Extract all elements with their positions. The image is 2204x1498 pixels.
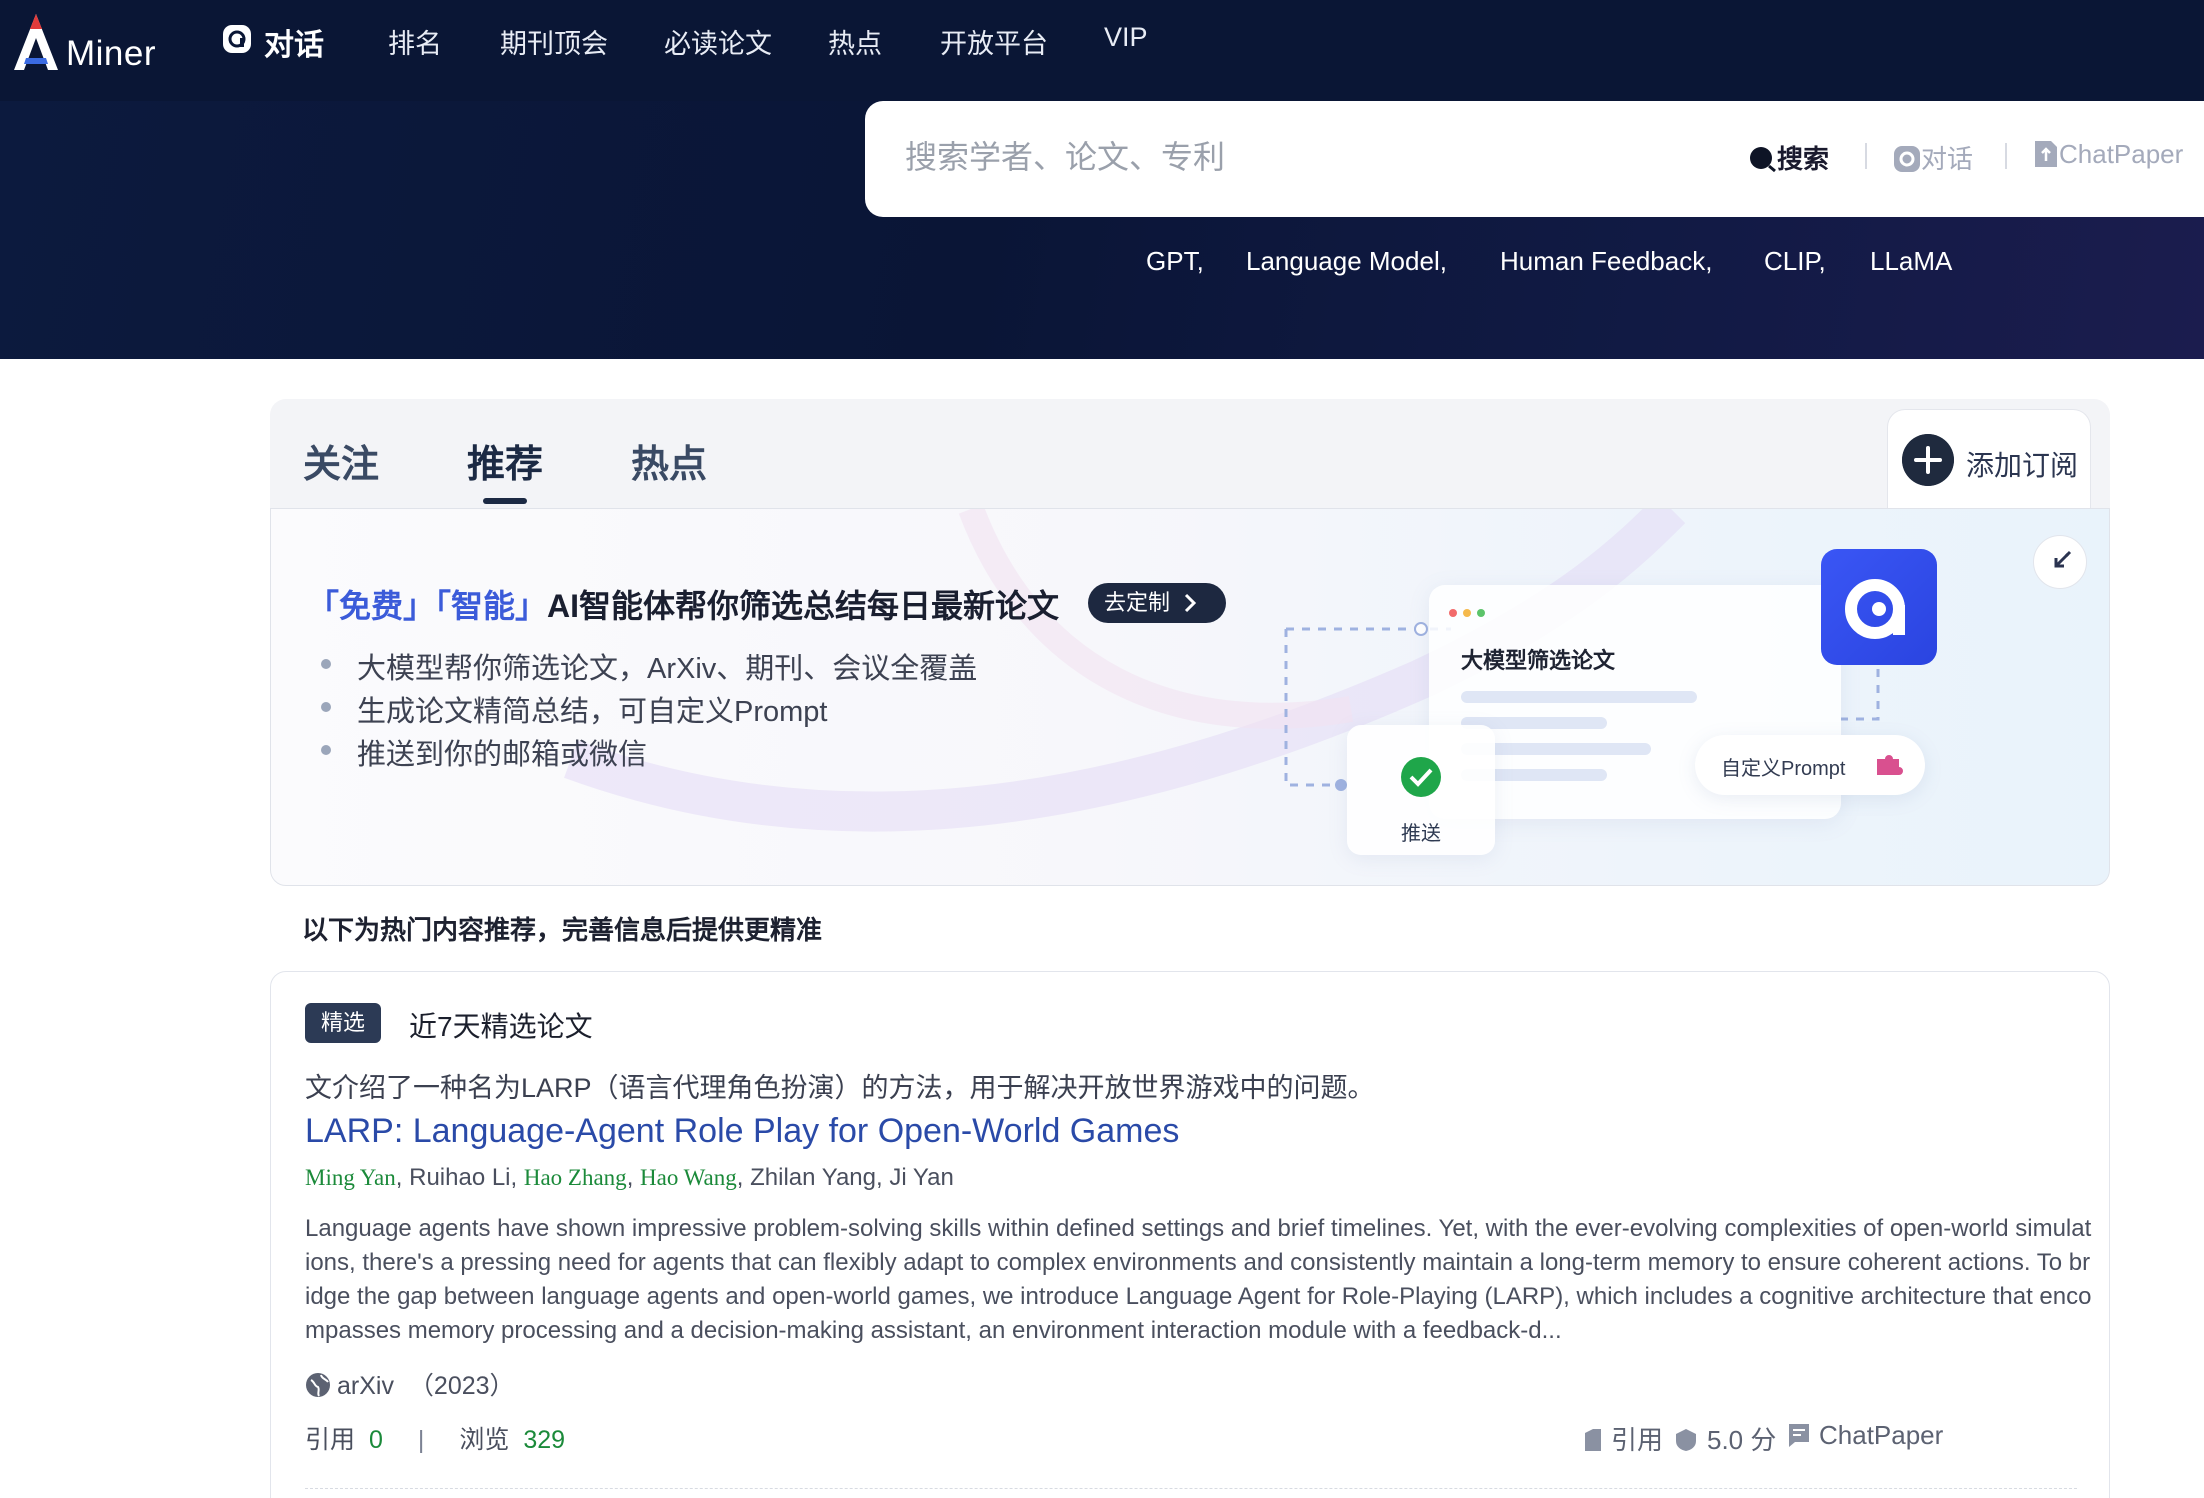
mode-divider	[2005, 143, 2007, 169]
globe-icon	[306, 1373, 330, 1397]
author-link[interactable]: Ming Yan	[305, 1165, 396, 1190]
promo-feature-item: 生成论文精简总结，可自定义Prompt	[321, 688, 827, 730]
search-mode-chat[interactable]: 对话	[1893, 139, 1973, 176]
illustration-prompt-label: 自定义Prompt	[1721, 758, 1846, 780]
add-subscription-button[interactable]: 添加订阅	[1887, 409, 2091, 509]
author-list: Ming Yan, Ruihao Li, Hao Zhang, Hao Wang…	[305, 1164, 954, 1191]
add-subscription-label: 添加订阅	[1966, 450, 2079, 481]
promo-feature-item: 大模型帮你筛选论文，ArXiv、期刊、会议全覆盖	[321, 645, 977, 687]
nav-item-ranking[interactable]: 排名	[388, 22, 442, 61]
illustration-push-card: 推送	[1347, 725, 1495, 855]
keyword-link[interactable]: Language Model,	[1246, 246, 1447, 277]
logo-text[interactable]: Miner	[66, 34, 156, 74]
window-dot-icon	[1463, 609, 1471, 617]
chat-mode-icon	[1894, 146, 1920, 172]
nav-item-vip[interactable]: VIP	[1104, 22, 1148, 53]
collapse-button[interactable]	[2033, 535, 2087, 589]
message-icon	[1789, 1424, 1809, 1447]
recommendation-hint: 以下为热门内容推荐，完善信息后提供更精准	[302, 915, 823, 945]
chatpaper-button[interactable]: ChatPaper	[1787, 1420, 1943, 1451]
illustration-push-label: 推送	[1401, 823, 1441, 845]
paper-stats: 引用 0 | 浏览 329	[305, 1420, 565, 1456]
mode-divider	[1865, 143, 1867, 169]
window-dot-icon	[1449, 609, 1457, 617]
puzzle-icon	[1877, 755, 1903, 775]
keyword-link[interactable]: Human Feedback,	[1500, 246, 1712, 277]
feed-tabs: 关注 推荐 热点 添加订阅	[270, 399, 2110, 509]
chatpaper-mode-icon	[2035, 141, 2057, 167]
placeholder-bar	[1461, 691, 1697, 703]
venue-name[interactable]: arXiv	[337, 1372, 394, 1400]
paper-card: 精选 近7天精选论文 文介绍了一种名为LARP（语言代理角色扮演）的方法，用于解…	[270, 971, 2110, 1498]
active-tab-indicator	[483, 498, 527, 504]
keyword-link[interactable]: CLIP,	[1764, 246, 1826, 277]
promo-title-accent: 「免费」「智能」	[307, 588, 548, 624]
quote-icon	[1585, 1429, 1601, 1451]
card-divider	[305, 1488, 2077, 1489]
top-navbar: Miner 对话 排名 期刊顶会 必读论文 热点 开放平台 VIP	[0, 0, 2204, 101]
author-link[interactable]: Hao Wang	[640, 1165, 737, 1190]
cite-count: 0	[369, 1426, 383, 1454]
paper-summary: 文介绍了一种名为LARP（语言代理角色扮演）的方法，用于解决开放世界游戏中的问题…	[305, 1073, 1375, 1103]
stats-divider: |	[417, 1426, 425, 1454]
search-input[interactable]	[905, 129, 1585, 185]
nav-item-trending[interactable]: 热点	[828, 22, 882, 61]
nav-item-must-read[interactable]: 必读论文	[664, 22, 772, 61]
author-link[interactable]: Hao Zhang	[524, 1165, 627, 1190]
collapse-arrows-icon	[2054, 550, 2072, 568]
featured-label: 近7天精选论文	[409, 1011, 593, 1042]
search-bar: 搜索 对话 ChatPaper	[865, 101, 2204, 217]
nav-item-chat[interactable]: 对话	[264, 20, 324, 64]
view-count: 329	[523, 1426, 566, 1454]
promo-banner: 「免费」「智能」AI智能体帮你筛选总结每日最新论文 去定制 大模型帮你筛选论文，…	[270, 508, 2110, 886]
author-name: Ruihao Li	[409, 1164, 511, 1191]
tab-follow[interactable]: 关注	[303, 433, 379, 488]
nav-item-open-platform[interactable]: 开放平台	[940, 22, 1048, 61]
chat-logo-icon	[223, 25, 251, 53]
score-label: 5.0 分	[1707, 1425, 1777, 1455]
cite-button-label: 引用	[1611, 1425, 1664, 1455]
promo-title-text: AI智能体帮你筛选总结每日最新论文	[547, 588, 1060, 624]
search-mode-chatpaper[interactable]: ChatPaper	[2033, 139, 2183, 170]
illustration-card-title: 大模型筛选论文	[1461, 648, 1616, 673]
venue-year: （2023）	[408, 1372, 515, 1400]
customize-label: 去定制	[1104, 590, 1171, 615]
aminer-chat-logo-icon	[1821, 549, 1937, 665]
search-mode-search[interactable]: 搜索	[1749, 139, 1829, 176]
cite-label: 引用	[305, 1426, 356, 1454]
illustration-prompt-pill: 自定义Prompt	[1695, 735, 1925, 795]
author-name: Zhilan Yang	[750, 1164, 876, 1191]
author-name: Ji Yan	[889, 1164, 954, 1191]
score-button[interactable]: 5.0 分	[1673, 1420, 1776, 1457]
paper-abstract: Language agents have shown impressive pr…	[305, 1215, 2092, 1344]
cite-button[interactable]: 引用	[1583, 1420, 1663, 1457]
check-circle-icon	[1401, 757, 1441, 797]
search-mode-chatpaper-label: ChatPaper	[2059, 139, 2184, 169]
search-mode-search-label: 搜索	[1777, 144, 1830, 174]
customize-button[interactable]: 去定制	[1088, 583, 1226, 623]
promo-title: 「免费」「智能」AI智能体帮你筛选总结每日最新论文	[307, 581, 1059, 627]
nav-item-journals[interactable]: 期刊顶会	[500, 22, 608, 61]
search-dot-icon	[1750, 147, 1776, 173]
keyword-link[interactable]: GPT,	[1146, 246, 1204, 277]
tab-trending[interactable]: 热点	[631, 433, 707, 488]
promo-feature-item: 推送到你的邮箱或微信	[321, 731, 647, 773]
plus-icon	[1902, 434, 1954, 486]
chatpaper-label: ChatPaper	[1819, 1420, 1944, 1450]
view-label: 浏览	[459, 1426, 510, 1454]
chevron-right-icon	[1185, 593, 1197, 613]
search-mode-chat-label: 对话	[1921, 144, 1974, 174]
keyword-link[interactable]: LLaMA	[1870, 246, 1952, 277]
rating-badge-icon	[1676, 1429, 1696, 1451]
paper-venue: arXiv （2023）	[305, 1366, 515, 1402]
window-dot-icon	[1477, 609, 1485, 617]
paper-title-link[interactable]: LARP: Language-Agent Role Play for Open-…	[305, 1112, 1179, 1151]
tab-recommend[interactable]: 推荐	[467, 433, 543, 488]
featured-badge: 精选	[305, 1003, 382, 1043]
